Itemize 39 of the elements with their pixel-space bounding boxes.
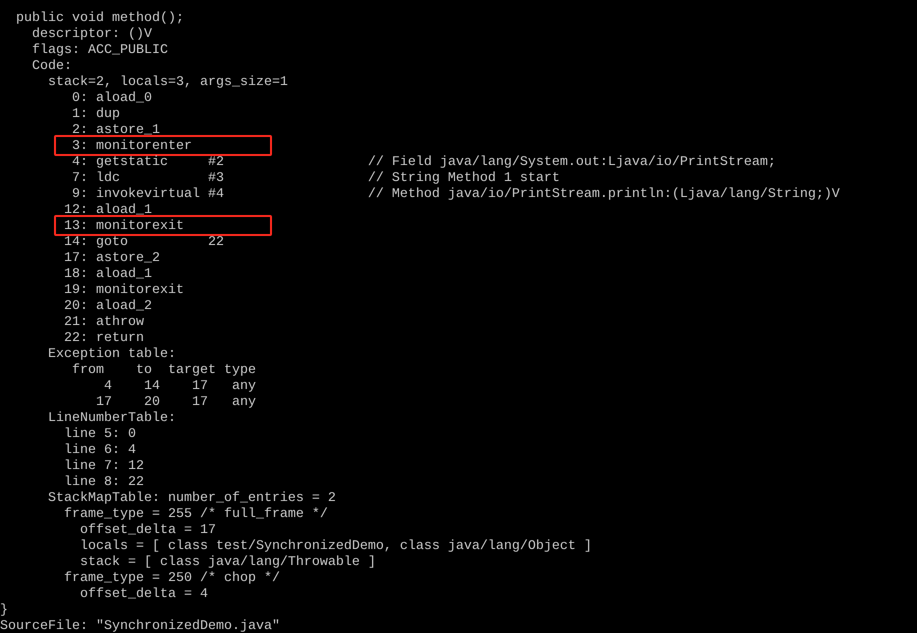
code-line: flags: ACC_PUBLIC [30,43,168,58]
code-line: public void method(); [14,11,184,26]
code-line: 7: ldc #3 // String Method 1 start [70,171,560,186]
code-line: 0: aload_0 [70,91,152,106]
code-line: 18: aload_1 [62,267,152,282]
code-line: descriptor: ()V [30,27,152,42]
code-line: 12: aload_1 [62,203,152,218]
code-line: 22: return [62,331,144,346]
code-line: frame_type = 250 /* chop */ [62,571,280,586]
code-line: stack=2, locals=3, args_size=1 [46,75,288,90]
code-line: } [0,603,8,618]
code-line: frame_type = 255 /* full_frame */ [62,507,328,522]
code-line: 14: goto 22 [62,235,224,250]
code-line: 2: astore_1 [70,123,160,138]
code-line: offset_delta = 4 [78,587,208,602]
code-line: 17: astore_2 [62,251,160,266]
code-line: 4: getstatic #2 // Field java/lang/System.out:Ljava/io/PrintStream; [70,155,776,170]
code-line: Exception table: [46,347,176,362]
code-line: 20: aload_2 [62,299,152,314]
code-line: line 5: 0 [62,427,136,442]
code-line: 13: monitorexit [62,219,184,234]
code-line: 17 20 17 any [94,395,256,410]
code-line: 3: monitorenter [70,139,192,154]
code-line: from to target type [70,363,256,378]
code-line: 21: athrow [62,315,144,330]
code-line: 1: dup [70,107,120,122]
code-line: line 7: 12 [62,459,144,474]
code-line: Code: [30,59,72,74]
code-line: LineNumberTable: [46,411,176,426]
code-line: 19: monitorexit [62,283,184,298]
code-line: 9: invokevirtual #4 // Method java/io/PrintStream.println:(Ljava/lang/String;)V [70,187,840,202]
code-line: StackMapTable: number_of_entries = 2 [46,491,336,506]
code-line: line 8: 22 [62,475,144,490]
code-line: offset_delta = 17 [78,523,216,538]
code-line: line 6: 4 [62,443,136,458]
code-line: stack = [ class java/lang/Throwable ] [78,555,376,570]
code-line: locals = [ class test/SynchronizedDemo, class java/lang/Object ] [78,539,592,554]
code-line: SourceFile: "SynchronizedDemo.java" [0,619,280,633]
code-line: 4 14 17 any [102,379,256,394]
